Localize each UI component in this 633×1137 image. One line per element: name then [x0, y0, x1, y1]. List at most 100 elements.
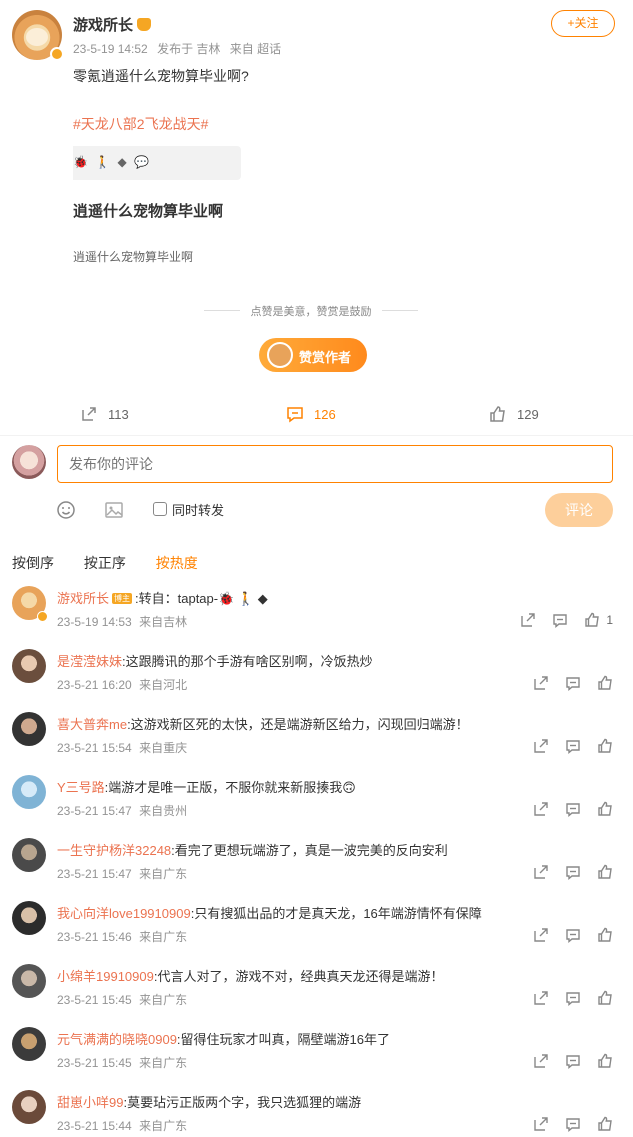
comment-icon	[287, 407, 303, 423]
thumbs-up-icon[interactable]	[597, 738, 613, 754]
commenter-avatar[interactable]	[12, 901, 46, 935]
comment-from: 来自广东	[139, 867, 188, 881]
card-image-strip[interactable]: 🐞 🚶 ◆ 💬	[73, 146, 241, 180]
comment-actions	[517, 800, 613, 818]
thumbs-up-icon[interactable]	[597, 864, 613, 880]
divider	[0, 435, 633, 436]
topic-link[interactable]: #天龙八部2飞龙战天#	[73, 114, 208, 134]
comment-count: 126	[314, 406, 336, 422]
comment-date: 23-5-21 15:45	[57, 1056, 132, 1070]
card-title[interactable]: 逍遥什么宠物算毕业啊	[73, 200, 223, 221]
commenter-name[interactable]: 喜大普奔me	[57, 717, 127, 732]
like-button[interactable]: 129	[489, 400, 539, 428]
thumbs-up-icon[interactable]	[597, 675, 613, 691]
share-icon[interactable]	[533, 738, 549, 754]
comment-actions: 1	[504, 611, 613, 629]
share-icon[interactable]	[533, 801, 549, 817]
submit-comment-button[interactable]: 评论	[545, 493, 613, 527]
comment-date: 23-5-21 15:54	[57, 741, 132, 755]
comment-text: Y三号路:端游才是唯一正版，不服你就来新服揍我🙃	[57, 777, 617, 796]
commenter-avatar[interactable]	[12, 1027, 46, 1061]
comment-date: 23-5-21 15:45	[57, 993, 132, 1007]
reply-icon[interactable]	[565, 738, 581, 754]
comment-meta: 23-5-21 15:54 来自重庆	[57, 739, 187, 756]
reply-icon[interactable]	[565, 990, 581, 1006]
sort-asc-tab[interactable]: 按正序	[84, 555, 126, 571]
reply-icon[interactable]	[565, 927, 581, 943]
repost-checkbox[interactable]	[153, 502, 167, 516]
comment-from: 来自广东	[139, 930, 188, 944]
commenter-avatar[interactable]	[12, 964, 46, 998]
share-icon[interactable]	[533, 990, 549, 1006]
post-source[interactable]: 来自 超话	[230, 42, 281, 56]
commenter-name[interactable]: 小绵羊19910909	[57, 969, 154, 984]
comment-date: 23-5-21 15:44	[57, 1119, 132, 1133]
reply-icon[interactable]	[552, 612, 568, 628]
reward-avatar	[267, 342, 293, 368]
thumbs-up-icon[interactable]	[597, 990, 613, 1006]
share-icon[interactable]	[533, 864, 549, 880]
commenter-avatar[interactable]	[12, 649, 46, 683]
comment-meta: 23-5-21 15:47 来自贵州	[57, 802, 187, 819]
comment-body: :转自：taptap-🐞 🚶 ◆	[135, 591, 268, 606]
sort-desc-tab[interactable]: 按倒序	[12, 555, 54, 571]
thumbs-up-icon[interactable]	[597, 1053, 613, 1069]
comment-text: 一生守护杨洋32248:看完了更想玩端游了，真是一波完美的反向安利	[57, 840, 617, 859]
commenter-name[interactable]: 是滢滢妹妹	[57, 654, 122, 669]
share-icon[interactable]	[520, 612, 536, 628]
comment-text: 甜崽小咩99:莫要玷污正版两个字，我只选狐狸的端游	[57, 1092, 617, 1111]
comment-item: 是滢滢妹妹:这跟腾讯的那个手游有啥区别啊，冷饭热炒 23-5-21 16:20 …	[0, 649, 633, 712]
post-text: 零氪逍遥什么宠物算毕业啊?	[73, 68, 249, 84]
comment-text: 小绵羊19910909:代言人对了，游戏不对，经典真天龙还得是端游！	[57, 966, 617, 985]
comment-item: 小绵羊19910909:代言人对了，游戏不对，经典真天龙还得是端游！ 23-5-…	[0, 964, 633, 1027]
comment-meta: 23-5-19 14:53 来自吉林	[57, 613, 187, 630]
comment-text: 我心向洋love19910909:只有搜狐出品的才是真天龙，16年端游情怀有保障	[57, 903, 617, 922]
thumbs-up-icon[interactable]	[597, 927, 613, 943]
comment-input[interactable]	[57, 445, 613, 483]
post-location: 发布于 吉林	[157, 42, 221, 56]
sort-hot-tab[interactable]: 按热度	[156, 555, 198, 571]
image-icon[interactable]	[104, 500, 124, 520]
emoji-icon[interactable]	[56, 500, 76, 520]
author-tag: 博主	[112, 593, 133, 604]
commenter-avatar[interactable]	[12, 775, 46, 809]
like-count: 129	[517, 406, 539, 422]
commenter-name[interactable]: 元气满满的晓晓0909	[57, 1032, 177, 1047]
reply-icon[interactable]	[565, 1116, 581, 1132]
commenter-name[interactable]: 我心向洋love19910909	[57, 906, 191, 921]
commenter-avatar[interactable]	[12, 1090, 46, 1124]
commenter-name[interactable]: 甜崽小咩99	[57, 1095, 123, 1110]
comment-item: 一生守护杨洋32248:看完了更想玩端游了，真是一波完美的反向安利 23-5-2…	[0, 838, 633, 901]
thumbs-up-icon[interactable]	[584, 612, 600, 628]
thumbs-up-icon[interactable]	[597, 1116, 613, 1132]
repost-button[interactable]: 113	[80, 400, 129, 428]
reward-author-button[interactable]: 赞赏作者	[259, 338, 367, 372]
comment-date: 23-5-21 15:47	[57, 867, 132, 881]
commenter-avatar[interactable]	[12, 838, 46, 872]
author-name[interactable]: 游戏所长	[73, 14, 152, 35]
share-icon[interactable]	[533, 675, 549, 691]
comment-body: :这游戏新区死的太快，还是端游新区给力，闪现回归端游！	[127, 717, 469, 732]
commenter-name[interactable]: Y三号路	[57, 780, 105, 795]
thumbs-up-icon[interactable]	[597, 801, 613, 817]
follow-button[interactable]: +关注	[551, 10, 615, 37]
share-icon[interactable]	[533, 927, 549, 943]
reply-icon[interactable]	[565, 1053, 581, 1069]
reply-icon[interactable]	[565, 675, 581, 691]
comment-actions	[517, 926, 613, 944]
comment-from: 来自广东	[139, 1056, 188, 1070]
comment-button[interactable]: 126	[286, 400, 336, 428]
comment-actions	[517, 1115, 613, 1133]
comment-actions	[517, 737, 613, 755]
share-icon[interactable]	[533, 1116, 549, 1132]
commenter-name[interactable]: 游戏所长	[57, 591, 109, 606]
post-date[interactable]: 23-5-19 14:52	[73, 42, 148, 56]
share-icon[interactable]	[533, 1053, 549, 1069]
commenter-avatar[interactable]	[12, 712, 46, 746]
comment-actions	[517, 863, 613, 881]
reply-icon[interactable]	[565, 801, 581, 817]
commenter-name[interactable]: 一生守护杨洋32248	[57, 843, 171, 858]
reward-button-label: 赞赏作者	[299, 350, 352, 365]
reply-icon[interactable]	[565, 864, 581, 880]
repost-checkbox-label[interactable]: 同时转发	[172, 500, 224, 519]
